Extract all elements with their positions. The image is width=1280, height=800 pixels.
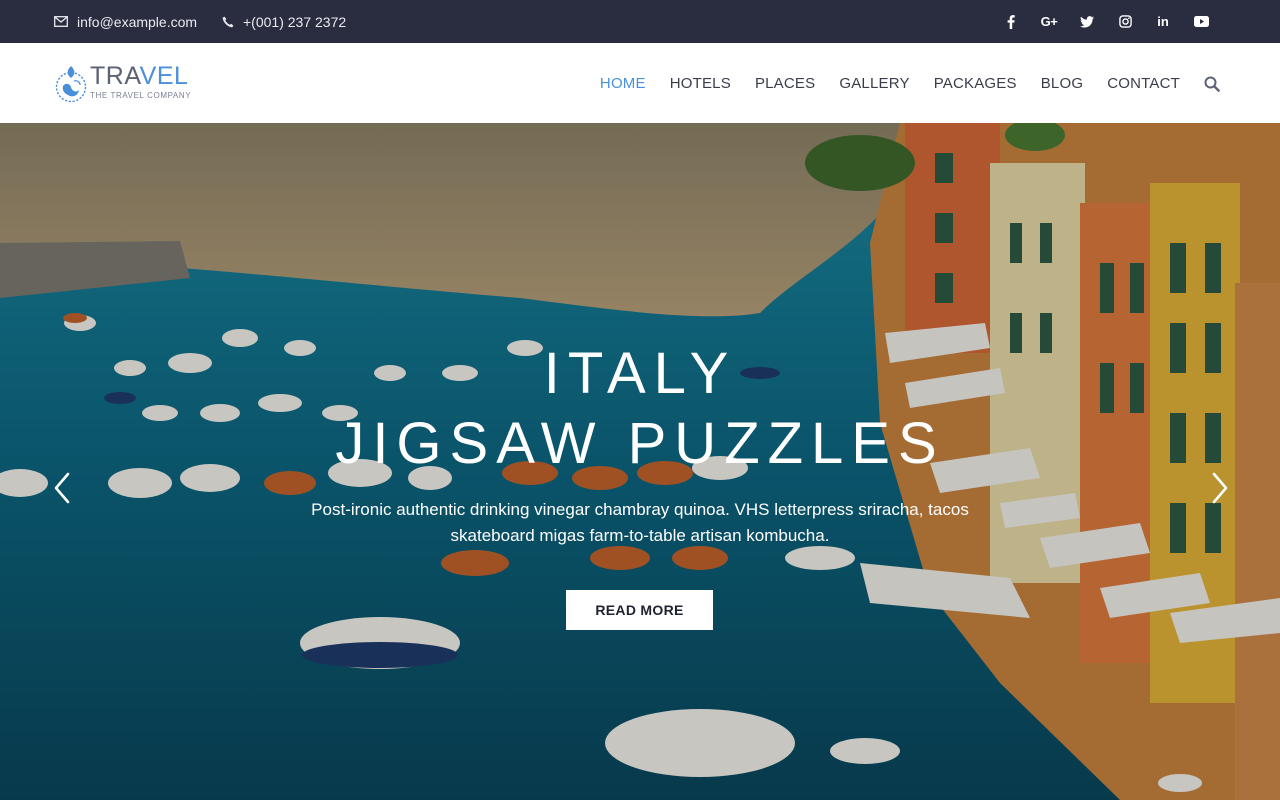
- envelope-icon: [54, 16, 68, 27]
- nav-item-gallery[interactable]: GALLERY: [839, 75, 909, 92]
- phone-text: +(001) 237 2372: [243, 13, 347, 30]
- nav-item-hotels[interactable]: HOTELS: [670, 75, 731, 92]
- search-icon[interactable]: [1204, 76, 1220, 92]
- facebook-icon: [1007, 14, 1015, 29]
- instagram-link[interactable]: [1106, 0, 1144, 43]
- phone-icon: [222, 16, 234, 27]
- nav-item-blog[interactable]: BLOG: [1041, 75, 1083, 92]
- social-links: G+ in: [992, 0, 1220, 43]
- hero-slider: ITALY JIGSAW PUZZLES Post-ironic authent…: [0, 123, 1280, 800]
- linkedin-link[interactable]: in: [1144, 0, 1182, 43]
- linkedin-icon: in: [1157, 14, 1169, 29]
- email-text: info@example.com: [77, 13, 198, 30]
- instagram-icon: [1118, 15, 1132, 28]
- logo-text: TRAVEL THE TRAVEL COMPANY: [90, 62, 191, 100]
- main-header: TRAVEL THE TRAVEL COMPANY HOME HOTELS PL…: [0, 43, 1280, 123]
- twitter-icon: [1080, 15, 1094, 27]
- email-contact[interactable]: info@example.com: [54, 0, 197, 43]
- logo-name-accent: VEL: [139, 62, 189, 90]
- hero-description: Post-ironic authentic drinking vinegar c…: [311, 500, 969, 545]
- hero-title-line-2: JIGSAW PUZZLES: [335, 411, 945, 476]
- chevron-left-icon[interactable]: [52, 470, 72, 506]
- logo-globe-icon: [55, 66, 87, 103]
- main-nav: HOME HOTELS PLACES GALLERY PACKAGES BLOG…: [576, 43, 1180, 123]
- google-plus-icon: G+: [1040, 14, 1058, 29]
- chevron-right-icon[interactable]: [1210, 470, 1230, 506]
- nav-item-home[interactable]: HOME: [600, 75, 646, 92]
- facebook-link[interactable]: [992, 0, 1030, 43]
- phone-contact[interactable]: +(001) 237 2372: [222, 0, 346, 43]
- hero-title: ITALY JIGSAW PUZZLES: [0, 339, 1280, 479]
- logo-name: TRAVEL: [90, 62, 191, 91]
- google-plus-link[interactable]: G+: [1030, 0, 1068, 43]
- logo-name-prefix: TRA: [90, 62, 140, 90]
- read-more-button[interactable]: READ MORE: [566, 590, 713, 630]
- site-logo[interactable]: TRAVEL THE TRAVEL COMPANY: [54, 60, 191, 106]
- logo-tagline: THE TRAVEL COMPANY: [90, 91, 192, 100]
- nav-item-places[interactable]: PLACES: [755, 75, 815, 92]
- twitter-link[interactable]: [1068, 0, 1106, 43]
- nav-item-contact[interactable]: CONTACT: [1107, 75, 1180, 92]
- youtube-icon: [1193, 16, 1209, 27]
- hero-title-line-1: ITALY: [543, 341, 737, 406]
- top-bar: info@example.com +(001) 237 2372 G+ in: [0, 0, 1280, 43]
- nav-item-packages[interactable]: PACKAGES: [934, 75, 1017, 92]
- youtube-link[interactable]: [1182, 0, 1220, 43]
